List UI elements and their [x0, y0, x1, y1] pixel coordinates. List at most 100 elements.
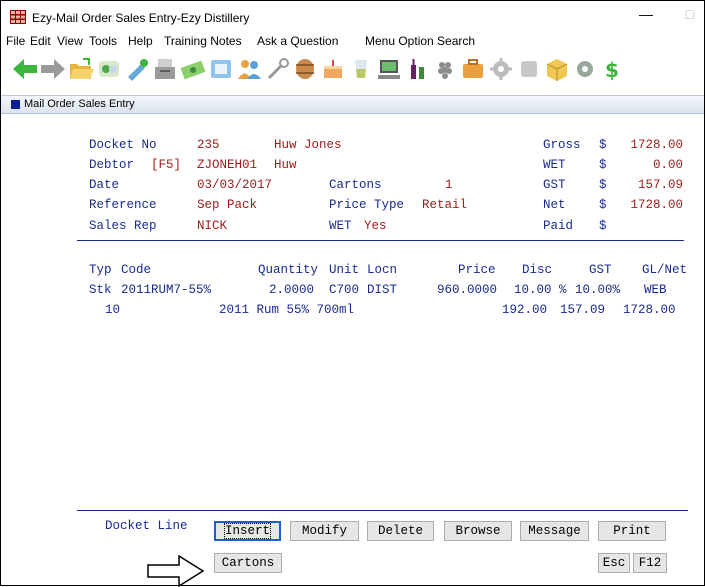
- gear-icon[interactable]: [487, 55, 515, 83]
- f12-button[interactable]: F12: [633, 553, 667, 573]
- row-description[interactable]: 2011 Rum 55% 700ml: [219, 303, 354, 317]
- menu-ask-question[interactable]: Ask a Question: [257, 34, 338, 48]
- app-grid-icon: [10, 10, 26, 24]
- sales-rep-value[interactable]: NICK: [197, 219, 227, 233]
- menu-edit[interactable]: Edit: [30, 34, 51, 48]
- wet-total-label: WET: [543, 158, 566, 172]
- menu-option-search[interactable]: Menu Option Search: [365, 34, 475, 48]
- cartons-button[interactable]: Cartons: [214, 553, 282, 573]
- reference-value[interactable]: Sep Pack: [197, 198, 257, 212]
- cake-icon[interactable]: [319, 55, 347, 83]
- brush-icon[interactable]: [123, 55, 151, 83]
- modify-button[interactable]: Modify: [290, 521, 359, 541]
- sales-rep-label: Sales Rep: [89, 219, 157, 233]
- debtor-short-name: Huw: [274, 158, 297, 172]
- price-type-value[interactable]: Retail: [422, 198, 467, 212]
- wet-currency: $: [599, 158, 607, 172]
- cartons-label: Cartons: [329, 178, 382, 192]
- row-typ[interactable]: Stk: [89, 283, 112, 297]
- maximize-button[interactable]: □: [679, 4, 701, 24]
- square-icon[interactable]: [515, 55, 543, 83]
- debtor-lookup-key[interactable]: [F5]: [151, 158, 181, 172]
- title-bar: Ezy-Mail Order Sales Entry-Ezy Distiller…: [1, 1, 704, 31]
- money-icon[interactable]: [179, 55, 207, 83]
- row-quantity[interactable]: 2.0000: [269, 283, 314, 297]
- esc-button[interactable]: Esc: [598, 553, 630, 573]
- register-icon[interactable]: [151, 55, 179, 83]
- print-button[interactable]: Print: [598, 521, 666, 541]
- docket-no-label: Docket No: [89, 138, 157, 152]
- scanner-icon[interactable]: [207, 55, 235, 83]
- docket-no-value[interactable]: 235: [197, 138, 220, 152]
- col-gst: GST: [589, 263, 612, 277]
- footer-divider: [77, 510, 688, 511]
- box-icon[interactable]: [543, 55, 571, 83]
- grapes-icon[interactable]: [431, 55, 459, 83]
- col-typ: Typ: [89, 263, 112, 277]
- date-label: Date: [89, 178, 120, 192]
- row-locn[interactable]: DIST: [367, 283, 397, 297]
- row-price[interactable]: 960.0000: [437, 283, 497, 297]
- net-currency: $: [599, 198, 607, 212]
- delete-button[interactable]: Delete: [367, 521, 434, 541]
- menu-training-notes[interactable]: Training Notes: [164, 34, 242, 48]
- debtor-code[interactable]: ZJONEH01: [197, 158, 257, 172]
- wrench-icon[interactable]: [263, 55, 291, 83]
- menu-file[interactable]: File: [6, 34, 25, 48]
- menu-tools[interactable]: Tools: [89, 34, 117, 48]
- browse-button[interactable]: Browse: [444, 521, 512, 541]
- svg-text:$: $: [605, 58, 619, 82]
- glass-icon[interactable]: [347, 55, 375, 83]
- customer-name: Huw Jones: [274, 138, 342, 152]
- barrel-icon[interactable]: [291, 55, 319, 83]
- row-disc-amount: 192.00: [502, 303, 548, 317]
- insert-button[interactable]: Insert: [214, 521, 281, 541]
- gross-currency: $: [599, 138, 607, 152]
- back-arrow-icon[interactable]: [11, 55, 39, 83]
- forward-arrow-icon[interactable]: [39, 55, 67, 83]
- menu-help[interactable]: Help: [128, 34, 153, 48]
- wet-value[interactable]: Yes: [364, 219, 387, 233]
- price-type-label: Price Type: [329, 198, 405, 212]
- briefcase-icon[interactable]: [459, 55, 487, 83]
- computer-icon[interactable]: [375, 55, 403, 83]
- col-locn: Locn: [367, 263, 398, 277]
- col-disc: Disc: [522, 263, 553, 277]
- paid-currency: $: [599, 219, 607, 233]
- message-button[interactable]: Message: [520, 521, 589, 541]
- col-unit: Unit: [329, 263, 360, 277]
- row-code[interactable]: 2011RUM7-55%: [121, 283, 211, 297]
- pills-icon[interactable]: [95, 55, 123, 83]
- form-icon: [11, 100, 20, 109]
- open-folder-icon[interactable]: [67, 55, 95, 83]
- row-gst-rate[interactable]: 10.00%: [575, 283, 620, 297]
- row-gl[interactable]: WEB: [644, 283, 667, 297]
- cartons-value[interactable]: 1: [445, 178, 453, 192]
- row-line-no: 10: [105, 303, 121, 317]
- gst-label: GST: [543, 178, 566, 192]
- document-tab-label[interactable]: Mail Order Sales Entry: [24, 98, 135, 110]
- menu-bar: File Edit View Tools Help Training Notes…: [1, 31, 704, 50]
- menu-view[interactable]: View: [57, 34, 83, 48]
- net-label: Net: [543, 198, 566, 212]
- row-disc-rate[interactable]: 10.00 %: [514, 283, 567, 297]
- window-title: Ezy-Mail Order Sales Entry-Ezy Distiller…: [32, 11, 250, 25]
- gear-green-icon[interactable]: [571, 55, 599, 83]
- row-unit[interactable]: C700: [329, 283, 359, 297]
- gross-value: 1728.00: [630, 138, 683, 152]
- col-code: Code: [121, 263, 152, 277]
- bottles-icon[interactable]: [403, 55, 431, 83]
- insert-button-label: Insert: [223, 523, 272, 539]
- header-divider: [77, 240, 684, 241]
- document-tab-strip: Mail Order Sales Entry: [1, 95, 704, 114]
- app-window: Ezy-Mail Order Sales Entry-Ezy Distiller…: [0, 0, 705, 587]
- col-price: Price: [458, 263, 496, 277]
- row-gst-amount: 157.09: [560, 303, 606, 317]
- users-icon[interactable]: [235, 55, 263, 83]
- minimize-button[interactable]: —: [635, 4, 657, 24]
- dollar-icon[interactable]: $: [599, 55, 627, 83]
- date-value[interactable]: 03/03/2017: [197, 178, 272, 192]
- col-quantity: Quantity: [258, 263, 319, 277]
- docket-line-label: Docket Line: [105, 519, 188, 533]
- wet-label: WET: [329, 219, 352, 233]
